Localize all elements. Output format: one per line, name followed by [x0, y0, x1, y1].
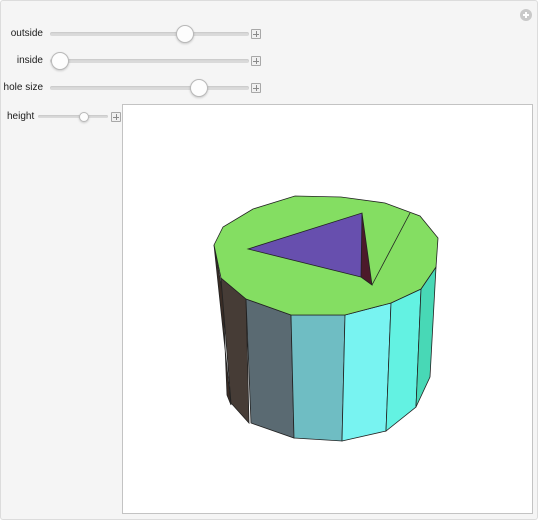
manipulate-panel: outside inside hole size height: [0, 0, 538, 520]
hole-size-label: hole size: [3, 82, 43, 93]
side-face-6: [385, 288, 422, 432]
plus-square-icon[interactable]: [111, 112, 121, 122]
plus-square-icon[interactable]: [251, 83, 261, 93]
plot-area[interactable]: [122, 104, 533, 514]
height-slider-thumb[interactable]: [78, 112, 89, 122]
hole-size-slider-thumb[interactable]: [190, 79, 209, 97]
outside-label: outside: [10, 28, 43, 39]
height-label: height: [7, 111, 35, 122]
hole-size-slider[interactable]: [50, 79, 249, 97]
side-face-4: [290, 314, 346, 442]
inside-slider-thumb[interactable]: [50, 52, 69, 70]
inside-slider[interactable]: [50, 52, 249, 70]
plus-circle-icon[interactable]: [520, 9, 532, 21]
side-face-5: [341, 302, 392, 442]
inside-label: inside: [16, 55, 43, 66]
plus-square-icon[interactable]: [251, 56, 261, 66]
side-face-3: [245, 298, 295, 439]
outside-slider-thumb[interactable]: [176, 25, 195, 43]
plus-square-icon[interactable]: [251, 29, 261, 39]
cylinder-graphic: [213, 195, 439, 442]
height-slider[interactable]: [38, 112, 108, 122]
outside-slider[interactable]: [50, 25, 249, 43]
